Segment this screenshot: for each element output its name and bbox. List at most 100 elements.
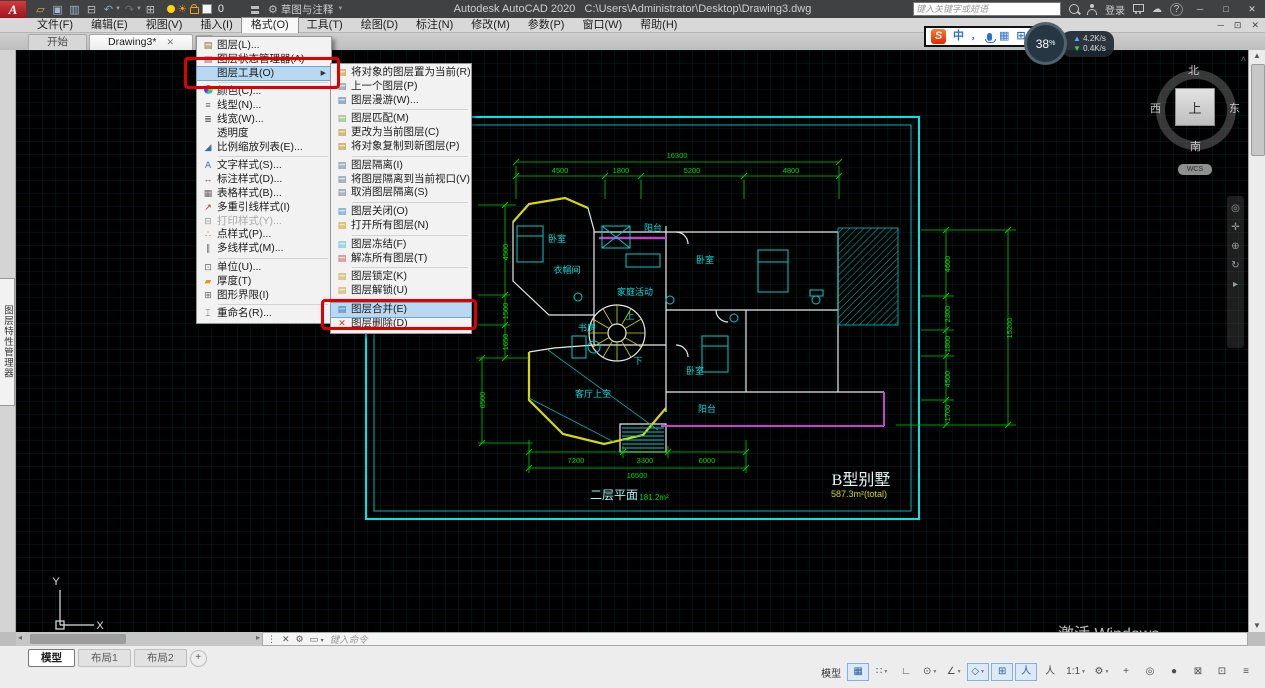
layout1-tab[interactable]: 布局1	[78, 649, 131, 667]
zoom-icon[interactable]: ⊕	[1231, 242, 1239, 252]
osnap-icon[interactable]: ◇▼	[967, 663, 989, 681]
menu-绘图[interactable]: 绘图(D)	[352, 18, 407, 33]
model-tab[interactable]: 模型	[28, 649, 75, 667]
annotation-visibility-icon[interactable]: 人	[1015, 663, 1037, 681]
grid-icon[interactable]: ▦	[847, 663, 869, 681]
tab-drawing3[interactable]: Drawing3*✕	[89, 34, 193, 50]
viewcube-south[interactable]: 南	[1190, 138, 1201, 154]
model-space-label[interactable]: 模型	[821, 665, 841, 680]
ime-mode-label[interactable]: 中	[953, 29, 964, 44]
viewcube-top-face[interactable]: 上	[1175, 88, 1215, 126]
recent-commands-icon[interactable]: ▭ ▾	[310, 634, 324, 645]
snap-icon[interactable]: ∷▼	[871, 663, 893, 681]
tab-start[interactable]: 开始	[28, 34, 87, 50]
viewcube-east[interactable]: 东	[1229, 100, 1240, 116]
vertical-scroll-thumb[interactable]	[1251, 64, 1265, 156]
customize-icon[interactable]: ≡	[1235, 663, 1257, 681]
dyninput-icon[interactable]: ⊞	[991, 663, 1013, 681]
layer-tools-item-取消图层隔离[interactable]: ▤取消图层隔离(S)	[331, 186, 471, 200]
minimize-button[interactable]: ─	[1191, 4, 1209, 14]
scroll-left-icon[interactable]: ◂	[18, 633, 22, 642]
format-menu-item-文字样式[interactable]: A文字样式(S)...	[197, 159, 331, 173]
command-customize-icon[interactable]: ⚙	[296, 634, 304, 645]
layer-tools-item-图层关闭[interactable]: ▤图层关闭(O)	[331, 205, 471, 219]
layer-tools-item-图层漫游[interactable]: ▤图层漫游(W)...	[331, 94, 471, 108]
layer-tools-item-图层冻结[interactable]: ▤图层冻结(F)	[331, 238, 471, 252]
net-speed-ball[interactable]: 38%	[1024, 22, 1067, 65]
app-store-icon[interactable]	[1133, 4, 1144, 12]
layer-tools-item-将图层隔离到当前视口[interactable]: ▤将图层隔离到当前视口(V)	[331, 173, 471, 187]
plot-icon[interactable]: ⊟	[83, 3, 100, 16]
workspace-caret-icon[interactable]: ▼	[337, 6, 343, 12]
format-menu-item-单位[interactable]: ⊡单位(U)...	[197, 261, 331, 275]
command-grip-icon[interactable]: ⋮	[267, 634, 276, 645]
net-speed-float[interactable]: 38% ▲ 4.2K/s ▼ 0.4K/s	[1024, 22, 1114, 65]
layer-properties-icon[interactable]: 〓	[250, 2, 260, 17]
menu-格式[interactable]: 格式(O)	[242, 18, 298, 33]
doc-minimize-button[interactable]: ─	[1218, 20, 1224, 31]
menu-插入[interactable]: 插入(I)	[191, 18, 241, 33]
menu-编辑[interactable]: 编辑(E)	[82, 18, 137, 33]
format-menu-item-颜色[interactable]: 颜色(C)...	[197, 85, 331, 99]
layout2-tab[interactable]: 布局2	[134, 649, 187, 667]
horizontal-scrollbar[interactable]: ◂ ▸	[16, 632, 262, 646]
menu-文件[interactable]: 文件(F)	[28, 18, 82, 33]
workspace-label[interactable]: 草图与注释	[281, 2, 334, 17]
saveas-icon[interactable]: ▥	[66, 3, 83, 16]
save-icon[interactable]: ▣	[49, 3, 66, 16]
doc-restore-button[interactable]: ⊡	[1234, 20, 1242, 31]
layer-tools-item-更改为当前图层[interactable]: ▤更改为当前图层(C)	[331, 126, 471, 140]
layer-control[interactable]: ☀ 0	[167, 3, 250, 15]
menu-工具[interactable]: 工具(T)	[298, 18, 352, 33]
open-icon[interactable]: ▱	[32, 3, 49, 16]
layer-unlock-icon[interactable]	[190, 7, 199, 14]
doc-close-button[interactable]: ✕	[1251, 20, 1259, 31]
tab-close-icon[interactable]: ✕	[166, 35, 174, 50]
command-line[interactable]: ⋮ ✕ ⚙ ▭ ▾ 键入命令	[262, 632, 1248, 646]
ime-keyboard-icon[interactable]: ▦	[999, 29, 1009, 44]
format-menu-item-重命名[interactable]: ⌶重命名(R)...	[197, 307, 331, 321]
menu-窗口[interactable]: 窗口(W)	[573, 18, 631, 33]
polar-icon[interactable]: ⊙▼	[919, 663, 941, 681]
menu-帮助[interactable]: 帮助(H)	[631, 18, 686, 33]
ime-mic-icon[interactable]	[987, 33, 992, 41]
clean-screen-icon[interactable]: ⊡	[1211, 663, 1233, 681]
graphics-performance-icon[interactable]: ●	[1163, 663, 1185, 681]
navwheel-icon[interactable]: ◎	[1231, 204, 1240, 214]
sogou-logo-icon[interactable]: S	[931, 29, 946, 44]
format-menu-item-多线样式[interactable]: ∥多线样式(M)...	[197, 242, 331, 256]
horizontal-scroll-thumb[interactable]	[30, 634, 126, 644]
format-menu-item-比例缩放列表[interactable]: ◢比例缩放列表(E)...	[197, 141, 331, 155]
workspace-switch-icon[interactable]: ⚙▼	[1091, 663, 1113, 681]
format-menu-item-图层工具[interactable]: 图层工具(O)▶	[197, 67, 331, 81]
publish-icon[interactable]: ⊞	[142, 3, 159, 16]
format-menu-item-点样式[interactable]: ∴点样式(P)...	[197, 228, 331, 242]
ime-punct-icon[interactable]: ，	[971, 29, 980, 44]
layer-tools-item-打开所有图层[interactable]: ▤打开所有图层(N)	[331, 219, 471, 233]
format-menu-item-图层状态管理器[interactable]: ▤图层状态管理器(A)	[197, 53, 331, 67]
layer-tools-item-图层解锁[interactable]: ▤图层解锁(U)	[331, 284, 471, 298]
layer-properties-palette-tab[interactable]: 图层特性管理器	[0, 278, 15, 406]
annotation-monitor-icon[interactable]: +	[1115, 663, 1137, 681]
scroll-right-icon[interactable]: ▸	[256, 633, 260, 642]
cloud-icon[interactable]: ☁	[1152, 4, 1162, 15]
layer-tools-item-图层删除[interactable]: ✕图层删除(D)	[331, 317, 471, 331]
wcs-button[interactable]: WCS	[1178, 164, 1212, 175]
layer-tools-item-图层匹配[interactable]: ▤图层匹配(M)	[331, 112, 471, 126]
layer-color-swatch[interactable]	[202, 4, 212, 14]
orbit-icon[interactable]: ↻	[1231, 261, 1239, 271]
format-menu-item-图形界限[interactable]: ⊞图形界限(I)	[197, 289, 331, 303]
layer-tools-item-上一个图层[interactable]: ▤上一个图层(P)	[331, 80, 471, 94]
maximize-button[interactable]: □	[1217, 4, 1235, 14]
format-menu-item-图层[interactable]: ▤图层(L)...	[197, 39, 331, 53]
viewcube-west[interactable]: 西	[1150, 100, 1161, 116]
signin-avatar-icon[interactable]	[1087, 9, 1097, 15]
autoscale-icon[interactable]: 人	[1039, 663, 1061, 681]
format-menu-item-表格样式[interactable]: ▦表格样式(B)...	[197, 187, 331, 201]
layer-tools-item-将对象复制到新图层[interactable]: ▤将对象复制到新图层(P)	[331, 140, 471, 154]
workspace-gear-icon[interactable]: ⚙	[268, 3, 278, 16]
close-button[interactable]: ✕	[1243, 4, 1261, 15]
layer-thaw-icon[interactable]: ☀	[178, 4, 187, 15]
scroll-down-icon[interactable]: ▼	[1249, 620, 1265, 632]
format-menu-item-线宽[interactable]: ≣线宽(W)...	[197, 113, 331, 127]
